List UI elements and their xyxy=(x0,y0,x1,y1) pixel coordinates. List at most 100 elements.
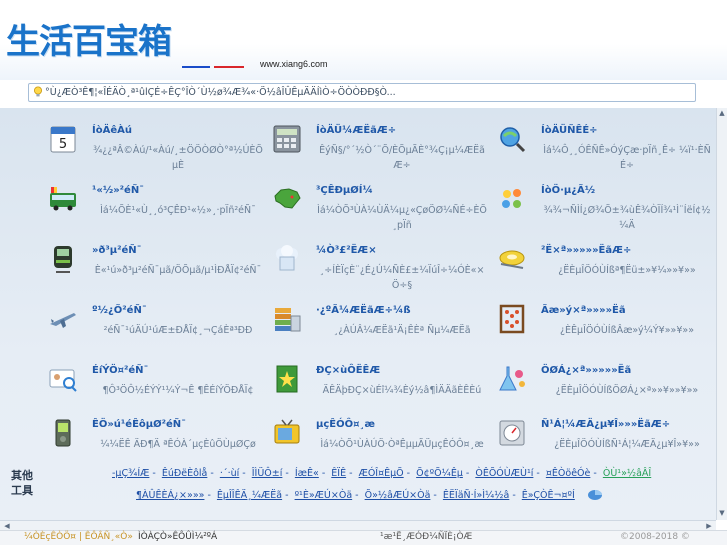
tool-desc: ¿ËÈµÎÖÓÙÍßÑ¹Á¦¼ÆÄ¿µ¥Î»¥»» xyxy=(554,439,700,450)
tool-tile-address[interactable]: ÍòÖ·µ¿Ã½ ¾¾¬ÑÌÍ¿Ø¾Õ±¾ùÊ¾ÒÏÍ¾¹Ì¨ÍëÍ¢½¼Ä xyxy=(497,184,722,246)
airplane-icon xyxy=(50,313,76,328)
svg-text:5: 5 xyxy=(59,137,67,152)
tool-title: ÉíÝÖ¤²éÑ¯ xyxy=(92,365,149,376)
tool-desc: Ìá¼ÒÕ³ÙÀ¼ÙÄ¼µ¿«ÇøÖØ¼ÑÉ÷ÈÕ¸pÏñ xyxy=(317,205,487,231)
tool-title: ³ÇÊÐµØÍ¼ xyxy=(316,185,373,196)
tool-title: ÊÖ»ú¹éÊôµØ²éÑ¯ xyxy=(92,419,187,430)
tool-tile-map[interactable]: ³ÇÊÐµØÍ¼ Ìá¼ÒÕ³ÙÀ¼ÙÄ¼µ¿«ÇøÖØ¼ÑÉ÷ÈÕ¸pÏñ xyxy=(272,184,497,246)
tools-panel: 5 ÍòÄêÀú ¾¿¿ªÂ©Àú/¹«Àú/¸±ÖÖÒØÒ°ª½ÚÈÕµÈ Í… xyxy=(0,108,716,520)
other-tool-link[interactable]: ÊµÎÎÊÄ¸¼ÆËã xyxy=(217,490,282,501)
other-tool-link[interactable]: ¤ÊÒöêÓè xyxy=(546,468,591,479)
footer-links[interactable]: ¼ÒÈçÊÒÖ¤ | ÊÔÂÑ¸«Ò» xyxy=(24,532,133,542)
tool-title: ·¿ºÃ¼ÆËãÆ÷¼ß xyxy=(316,305,411,316)
other-tools-row-1: -µÇ¾ÍÆ - ÊúÐëÈôlå - ·´·ùí - ÎÌÜÔ±í - ÍæÊ« - Ê… xyxy=(112,468,652,479)
tape-measure-icon xyxy=(499,250,525,269)
tool-tile-calendar[interactable]: 5 ÍòÄêÀú ¾¿¿ªÂ©Àú/¹«Àú/¸±ÖÖÒØÒ°ª½ÚÈÕµÈ xyxy=(48,124,273,186)
tool-tile-recipes[interactable]: ¼Ò³£²ËÆ× ¸÷ÍÈÏçÈ¨¿É¿Ú¼ÑÈ£±¼ÏúÎ÷¼ÓÈ«×Ö÷§ xyxy=(272,244,497,306)
tool-tile-bus[interactable]: ¹«½»²éÑ¯ Ìá¼ÕÈ¹«Ù¸¸ó³ÇÊÐ¹«½»¸·pÏñ²éÑ¯ xyxy=(48,184,273,246)
tool-title: ¼Ò³£²ËÆ× xyxy=(316,245,377,256)
tool-title: ÍòÖ·µ¿Ã½ xyxy=(541,185,596,196)
footer: ¼ÒÈçÊÒÖ¤ | ÊÔÂÑ¸«Ò» ÌÒÀÇÒ»ÊÔÛÌ¼²ºÁ ¹æ¹Ë¸… xyxy=(0,530,727,545)
tool-title: ÖØÁ¿×ª»»»»»Ëã xyxy=(541,365,632,376)
lightbulb-icon xyxy=(34,86,42,97)
other-tool-link[interactable]: ÊÏÊ xyxy=(331,468,346,479)
other-tool-link[interactable]: ÒÊÕÓÙÆÙ¹í xyxy=(475,468,533,479)
logo-underline-blue xyxy=(182,66,210,68)
tool-tile-calculator[interactable]: ÍòÄÜ¼ÆËãÆ÷ ÊýÑ§/°´½Ò´¨Õ/ÈÕµÃÈ°¾Ç¡µ¼ÆËãÆ÷ xyxy=(272,124,497,186)
search-tip-bar[interactable]: °Ù¿ÆÒ³Ê¶¦«ÎÉÄÒ¸ª¹ûlÇÉ÷ÊÇ°ÎÒ´Ù½ø¾Æ¾«·Ö½âÎ… xyxy=(28,83,696,102)
tv-icon xyxy=(274,419,300,444)
tool-desc: ¿ËÈµÎÖÓÙÍßÖØÁ¿×ª»»¥»»¥»» xyxy=(555,385,699,396)
train-icon xyxy=(54,246,72,273)
tool-tile-area-converter[interactable]: Ãæ»ý×ª»»»»Ëã ¿ÈÊµÎÖÓÙÍßÂæ»ý¼Ý¥»»¥»» xyxy=(497,304,722,366)
id-card-icon xyxy=(49,369,77,392)
tool-desc: ¸¿ÀÚÂ¼ÆËã¹Ä¡ÊÈª Ñµ¼ÆËã xyxy=(333,325,471,336)
other-tools-row-2: ¶ÀÛÊÈÁ¿×»»» - ÊµÎÎÊÄ¸¼ÆËã - º¹È»ÆÚ×Òä - Õ»½… xyxy=(136,490,575,501)
other-tool-link[interactable]: Ê»ÇÒÊ¬¤ºÍ xyxy=(522,490,575,501)
other-tool-link[interactable]: ·´·ùí xyxy=(220,468,239,479)
tool-tile-id-card[interactable]: ÉíÝÖ¤²éÑ¯ ¶Ô³ÖÔ½ÉÝÝ¹¼Ý¬Ê ¶ÊÉíÝÖÐÅÏ¢ xyxy=(48,364,273,426)
tool-desc: ¶Ô³ÖÔ½ÉÝÝ¹¼Ý¬Ê ¶ÊÉíÝÖÐÅÏ¢ xyxy=(102,385,254,396)
search-globe-icon xyxy=(500,127,526,153)
tool-desc: Ìá¼ÕÈ¹«Ù¸¸ó³ÇÊÐ¹«½»¸·pÏñ²éÑ¯ xyxy=(100,205,256,216)
other-tool-link[interactable]: Õ»½âÆÚ×Òä xyxy=(365,490,431,501)
mobile-phone-icon xyxy=(55,419,71,447)
abacus-icon xyxy=(499,304,525,334)
footer-text: ÌÒÀÇÒ»ÊÔÛÌ¼²ºÁ xyxy=(138,532,218,542)
map-pin-icon xyxy=(502,189,521,208)
china-map-icon xyxy=(274,188,301,209)
footer-note: ¹æ¹Ë¸ÆÓÐ¼ÑÏÈ¡ÒÆ xyxy=(380,532,473,542)
tool-tile-mortgage[interactable]: ·¿ºÃ¼ÆËãÆ÷¼ß ¸¿ÀÚÂ¼ÆËã¹Ä¡ÊÈª Ñµ¼ÆËã xyxy=(272,304,497,366)
vertical-scrollbar[interactable]: ▲ ▼ xyxy=(716,108,727,520)
tool-tile-flights[interactable]: º½¿Õ²éÑ¯ ²éÑ¯¹úÄÚ¹úÆ±ÐÅÏ¢¸¬ÇáÈª³ÐÐ xyxy=(48,304,273,366)
other-tool-link[interactable]: ÎÌÜÔ±í xyxy=(252,468,283,479)
site-url[interactable]: www.xiang6.com xyxy=(260,59,328,69)
other-tools-label-line1: 其他 xyxy=(11,469,33,482)
calculator-icon xyxy=(273,125,301,153)
other-tool-link[interactable]: ÍæÊ« xyxy=(295,468,319,479)
site-logo[interactable]: 生活百宝箱 xyxy=(6,22,172,62)
tool-desc: Ìá¼Ô¸¸ÓÊÑÊ»ÓýÇæ·pÏñ¸Ê÷ ¼ï¹·ÈÑÉ÷ xyxy=(543,145,711,171)
scroll-down-arrow[interactable]: ▼ xyxy=(717,508,727,518)
tool-desc: ¼¼ËÊ ÄÐ¶Ä ªÊÓÀ´µçÈûÖÙµØÇø xyxy=(100,439,256,450)
search-tip-text: °Ù¿ÆÒ³Ê¶¦«ÎÉÄÒ¸ª¹ûlÇÉ÷ÊÇ°ÎÒ´Ù½ø¾Æ¾«·Ö½âÎ… xyxy=(45,87,396,98)
other-tool-link[interactable]: ÊËÏäÑ·Í»Ì¼½â xyxy=(443,490,509,501)
other-tools-label-line2: 工具 xyxy=(11,484,33,497)
tool-title: ¹«½»²éÑ¯ xyxy=(92,185,145,196)
footer-copyright: ©2008-2018 © xyxy=(620,532,690,542)
other-tool-link[interactable]: ¶ÀÛÊÈÁ¿×»»» xyxy=(136,490,204,501)
horizontal-scrollbar[interactable]: ◀ ▶ xyxy=(0,520,716,530)
other-tool-link[interactable]: Õ¢ºÕ¼Êµ xyxy=(416,468,463,479)
chemistry-icon xyxy=(499,366,525,391)
tool-desc: Ìá¼ÒÕ¹ÙÀÚÖ·ÒªÊµµÃÜµçÊÓÔ¤¸æ xyxy=(320,439,484,450)
tool-title: Ñ¹Á¦¼ÆÄ¿µ¥Î»»»ËãÆ÷ xyxy=(541,419,671,430)
bus-icon xyxy=(50,187,76,211)
other-tool-link[interactable]: ÆÓÎ¤ÊµÕ xyxy=(359,468,404,479)
other-tools-label: 其他 工具 xyxy=(4,468,40,502)
chef-hat-icon xyxy=(276,245,298,271)
tool-desc: ÊýÑ§/°´½Ò´¨Õ/ÈÕµÃÈ°¾Ç¡µ¼ÆËãÆ÷ xyxy=(319,145,485,171)
other-tool-link[interactable]: ÊúÐëÈôlå xyxy=(162,468,208,479)
other-tool-link[interactable]: º¹È»ÆÚ×Òä xyxy=(295,490,353,501)
calendar-icon: 5 xyxy=(50,126,76,153)
scroll-up-arrow[interactable]: ▲ xyxy=(717,108,727,118)
other-tool-link[interactable]: ÒÙ¹»½âÂÎ xyxy=(603,468,651,479)
tool-title: ÍòÄÜ¼ÆËãÆ÷ xyxy=(316,125,397,136)
tool-tile-weight-converter[interactable]: ÖØÁ¿×ª»»»»»Ëã ¿ËÈµÎÖÓÙÍßÖØÁ¿×ª»»¥»»¥»» xyxy=(497,364,722,426)
tool-desc: ¸÷ÍÈÏçÈ¨¿É¿Ú¼ÑÈ£±¼ÏúÎ÷¼ÓÈ«×Ö÷§ xyxy=(319,265,485,291)
tool-tile-search[interactable]: ÍòÄÜÑÊÉ÷ Ìá¼Ô¸¸ÓÊÑÊ»ÓýÇæ·pÏñ¸Ê÷ ¼ï¹·ÈÑÉ÷ xyxy=(497,124,722,186)
tool-title: ÍòÄÜÑÊÉ÷ xyxy=(541,125,598,136)
tool-title: ²Ë×ª»»»»»ËãÆ÷ xyxy=(541,245,632,256)
tool-title: Ãæ»ý×ª»»»»Ëã xyxy=(541,305,626,316)
tool-tile-length-converter[interactable]: ²Ë×ª»»»»»ËãÆ÷ ¿ËÈµÎÖÓÙÍßª¶Ëü±»¥¼»»¥»» xyxy=(497,244,722,306)
tool-tile-horoscope[interactable]: ÐÇ×ùÔËÊÆ ÄÊÄþÐÇ×ùÉî¼¾Èý½â¶ÌÄÄãÈÊÈú xyxy=(272,364,497,426)
money-stack-icon xyxy=(275,308,301,332)
tool-title: µçÊÓÔ¤¸æ xyxy=(316,419,375,430)
pie-chart-icon[interactable] xyxy=(587,487,603,501)
tool-title: º½¿Õ²éÑ¯ xyxy=(92,305,147,316)
tool-tile-train[interactable]: »ð³µ²éÑ¯ È«¹ú»ð³µ²éÑ¯µã/ÖÕµã/µ¹ÌÐÅÏ¢²éÑ¯ xyxy=(48,244,273,306)
pressure-gauge-icon xyxy=(499,420,525,446)
tool-desc: ÄÊÄþÐÇ×ùÉî¼¾Èý½â¶ÌÄÄãÈÊÈú xyxy=(322,385,482,396)
tool-title: »ð³µ²éÑ¯ xyxy=(92,245,142,256)
other-tool-link[interactable]: -µÇ¾ÍÆ xyxy=(112,468,149,479)
